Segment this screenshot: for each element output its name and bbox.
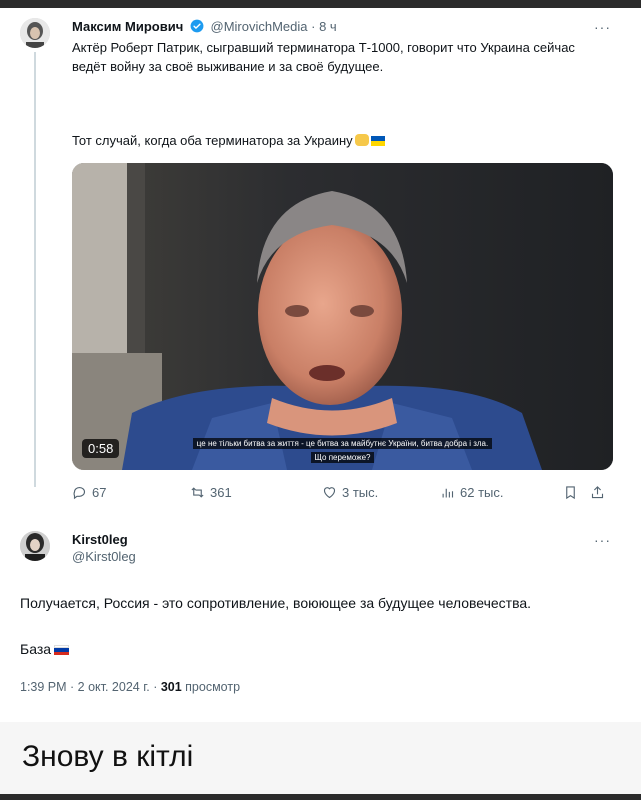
bottom-dark-bar (0, 794, 641, 800)
avatar[interactable] (20, 18, 50, 48)
author-name[interactable]: Максим Мирович (72, 19, 183, 34)
verified-icon (190, 19, 204, 33)
reply-button[interactable]: 67 (72, 485, 106, 500)
tweet-text-secondary: Тот случай, когда оба терминатора за Укр… (72, 131, 612, 150)
views-button[interactable]: 62 тыс. (440, 485, 503, 500)
share-button[interactable] (590, 485, 605, 500)
author-handle[interactable]: @MirovichMedia (211, 19, 308, 34)
reply-text: Получается, Россия - это сопротивление, … (20, 595, 532, 611)
reply-count: 67 (92, 485, 107, 500)
views-label: просмотр (181, 680, 241, 694)
more-icon[interactable]: ··· (594, 532, 611, 548)
separator-dot: · (311, 19, 316, 34)
video-player[interactable]: це не тільки битва за життя - це битва з… (72, 163, 613, 470)
reply-icon (73, 486, 86, 500)
bookmark-icon (566, 486, 575, 500)
video-frame (72, 163, 613, 470)
video-subtitle-line2: Що переможе? (72, 447, 613, 465)
reply-text-secondary: База (20, 641, 70, 657)
views-icon (442, 488, 454, 498)
top-dark-bar (0, 0, 641, 8)
tweet-text: Актёр Роберт Патрик, сыгравший терминато… (72, 40, 575, 74)
tweet-time[interactable]: 8 ч (319, 19, 337, 34)
like-icon (323, 487, 336, 499)
avatar-kirst0leg[interactable] (20, 531, 50, 561)
repost-count: 361 (210, 485, 232, 500)
tweet-actions: 67 361 3 тыс. 62 тыс. (72, 485, 617, 505)
ukraine-flag-icon (370, 136, 385, 146)
fist-emoji-icon (354, 134, 369, 146)
video-duration: 0:58 (82, 439, 120, 458)
like-count: 3 тыс. (342, 485, 379, 500)
meme-caption: Знову в кітлі (22, 740, 194, 773)
like-button[interactable]: 3 тыс. (322, 485, 378, 500)
tweet-timestamp[interactable]: 1:39 PM · 2 окт. 2024 г. · (20, 680, 161, 694)
bookmark-button[interactable] (563, 485, 578, 500)
russia-flag-icon (54, 645, 70, 655)
author-handle-kirst0leg[interactable]: @Kirst0leg (72, 549, 136, 564)
subtitle-text-2: Що переможе? (310, 452, 375, 463)
views-count: 62 тыс. (460, 485, 504, 500)
tweet-meta: 1:39 PM · 2 окт. 2024 г. · 301 просмотр (20, 680, 240, 694)
author-name-kirst0leg[interactable]: Kirst0leg (72, 532, 128, 547)
tweet-text-secondary-label: Тот случай, когда оба терминатора за Укр… (72, 133, 353, 148)
repost-icon (191, 487, 204, 498)
reply-text-secondary-label: База (20, 641, 52, 657)
share-icon (591, 486, 604, 499)
more-icon[interactable]: ··· (594, 19, 611, 35)
views-number: 301 (160, 680, 182, 694)
tweet-header: Максим Мирович @MirovichMedia · 8 ч (72, 19, 337, 34)
thread-line (34, 52, 36, 487)
repost-button[interactable]: 361 (190, 485, 232, 500)
